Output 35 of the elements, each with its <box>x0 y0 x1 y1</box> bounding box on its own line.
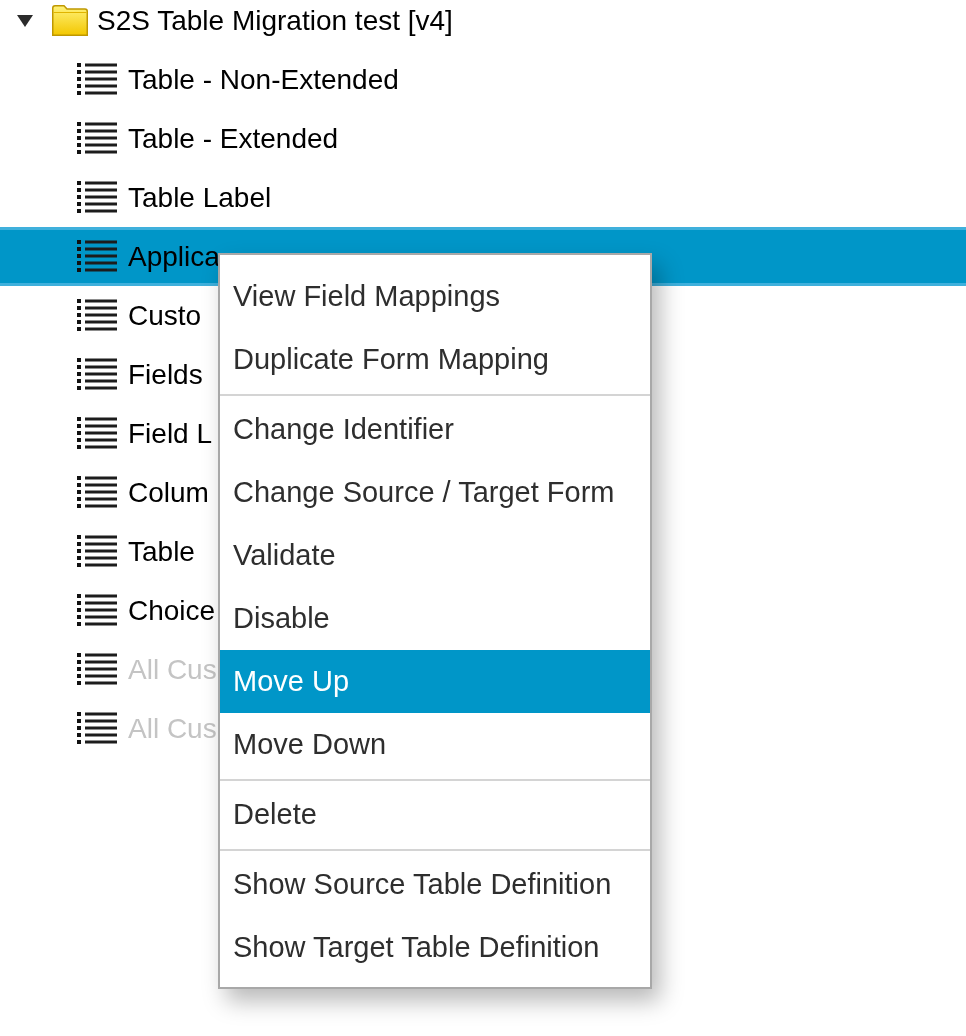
list-icon <box>77 535 117 568</box>
tree-item[interactable]: Field L <box>77 417 213 450</box>
tree-item[interactable]: Table Label <box>77 181 272 214</box>
menu-item[interactable]: Validate <box>220 524 650 587</box>
tree-item[interactable]: Table <box>77 535 195 568</box>
list-icon <box>77 417 117 450</box>
menu-item[interactable]: Change Identifier <box>220 398 650 461</box>
list-icon <box>77 299 117 332</box>
tree-item[interactable]: Fields <box>77 358 203 391</box>
tree-item[interactable]: Choice <box>77 594 216 627</box>
list-icon <box>77 181 117 214</box>
tree-item[interactable]: Applica <box>77 240 220 273</box>
tree-item[interactable]: Table - Non-Extended <box>77 63 399 96</box>
menu-item[interactable]: Show Source Table Definition <box>220 853 650 916</box>
list-icon <box>77 358 117 391</box>
tree-item[interactable]: Colum <box>77 476 209 509</box>
menu-item[interactable]: Delete <box>220 783 650 846</box>
list-icon <box>77 476 117 509</box>
menu-item[interactable]: Change Source / Target Form <box>220 461 650 524</box>
list-icon <box>77 240 117 273</box>
menu-item[interactable]: Disable <box>220 587 650 650</box>
list-icon <box>77 594 117 627</box>
menu-item[interactable]: View Field Mappings <box>220 265 650 328</box>
tree-item[interactable]: Custo <box>77 299 202 332</box>
list-icon <box>77 712 117 745</box>
list-icon <box>77 653 117 686</box>
tree-item[interactable]: Table - Extended <box>77 122 339 155</box>
menu-item[interactable]: Move Down <box>220 713 650 776</box>
caret-icon[interactable] <box>17 14 33 27</box>
list-icon <box>77 63 117 96</box>
folder-icon <box>52 5 88 36</box>
menu-item[interactable]: Duplicate Form Mapping <box>220 328 650 391</box>
tree-folder-item[interactable]: S2S Table Migration test [v4] <box>52 4 453 37</box>
list-icon <box>77 122 117 155</box>
menu-item[interactable]: Show Target Table Definition <box>220 916 650 979</box>
